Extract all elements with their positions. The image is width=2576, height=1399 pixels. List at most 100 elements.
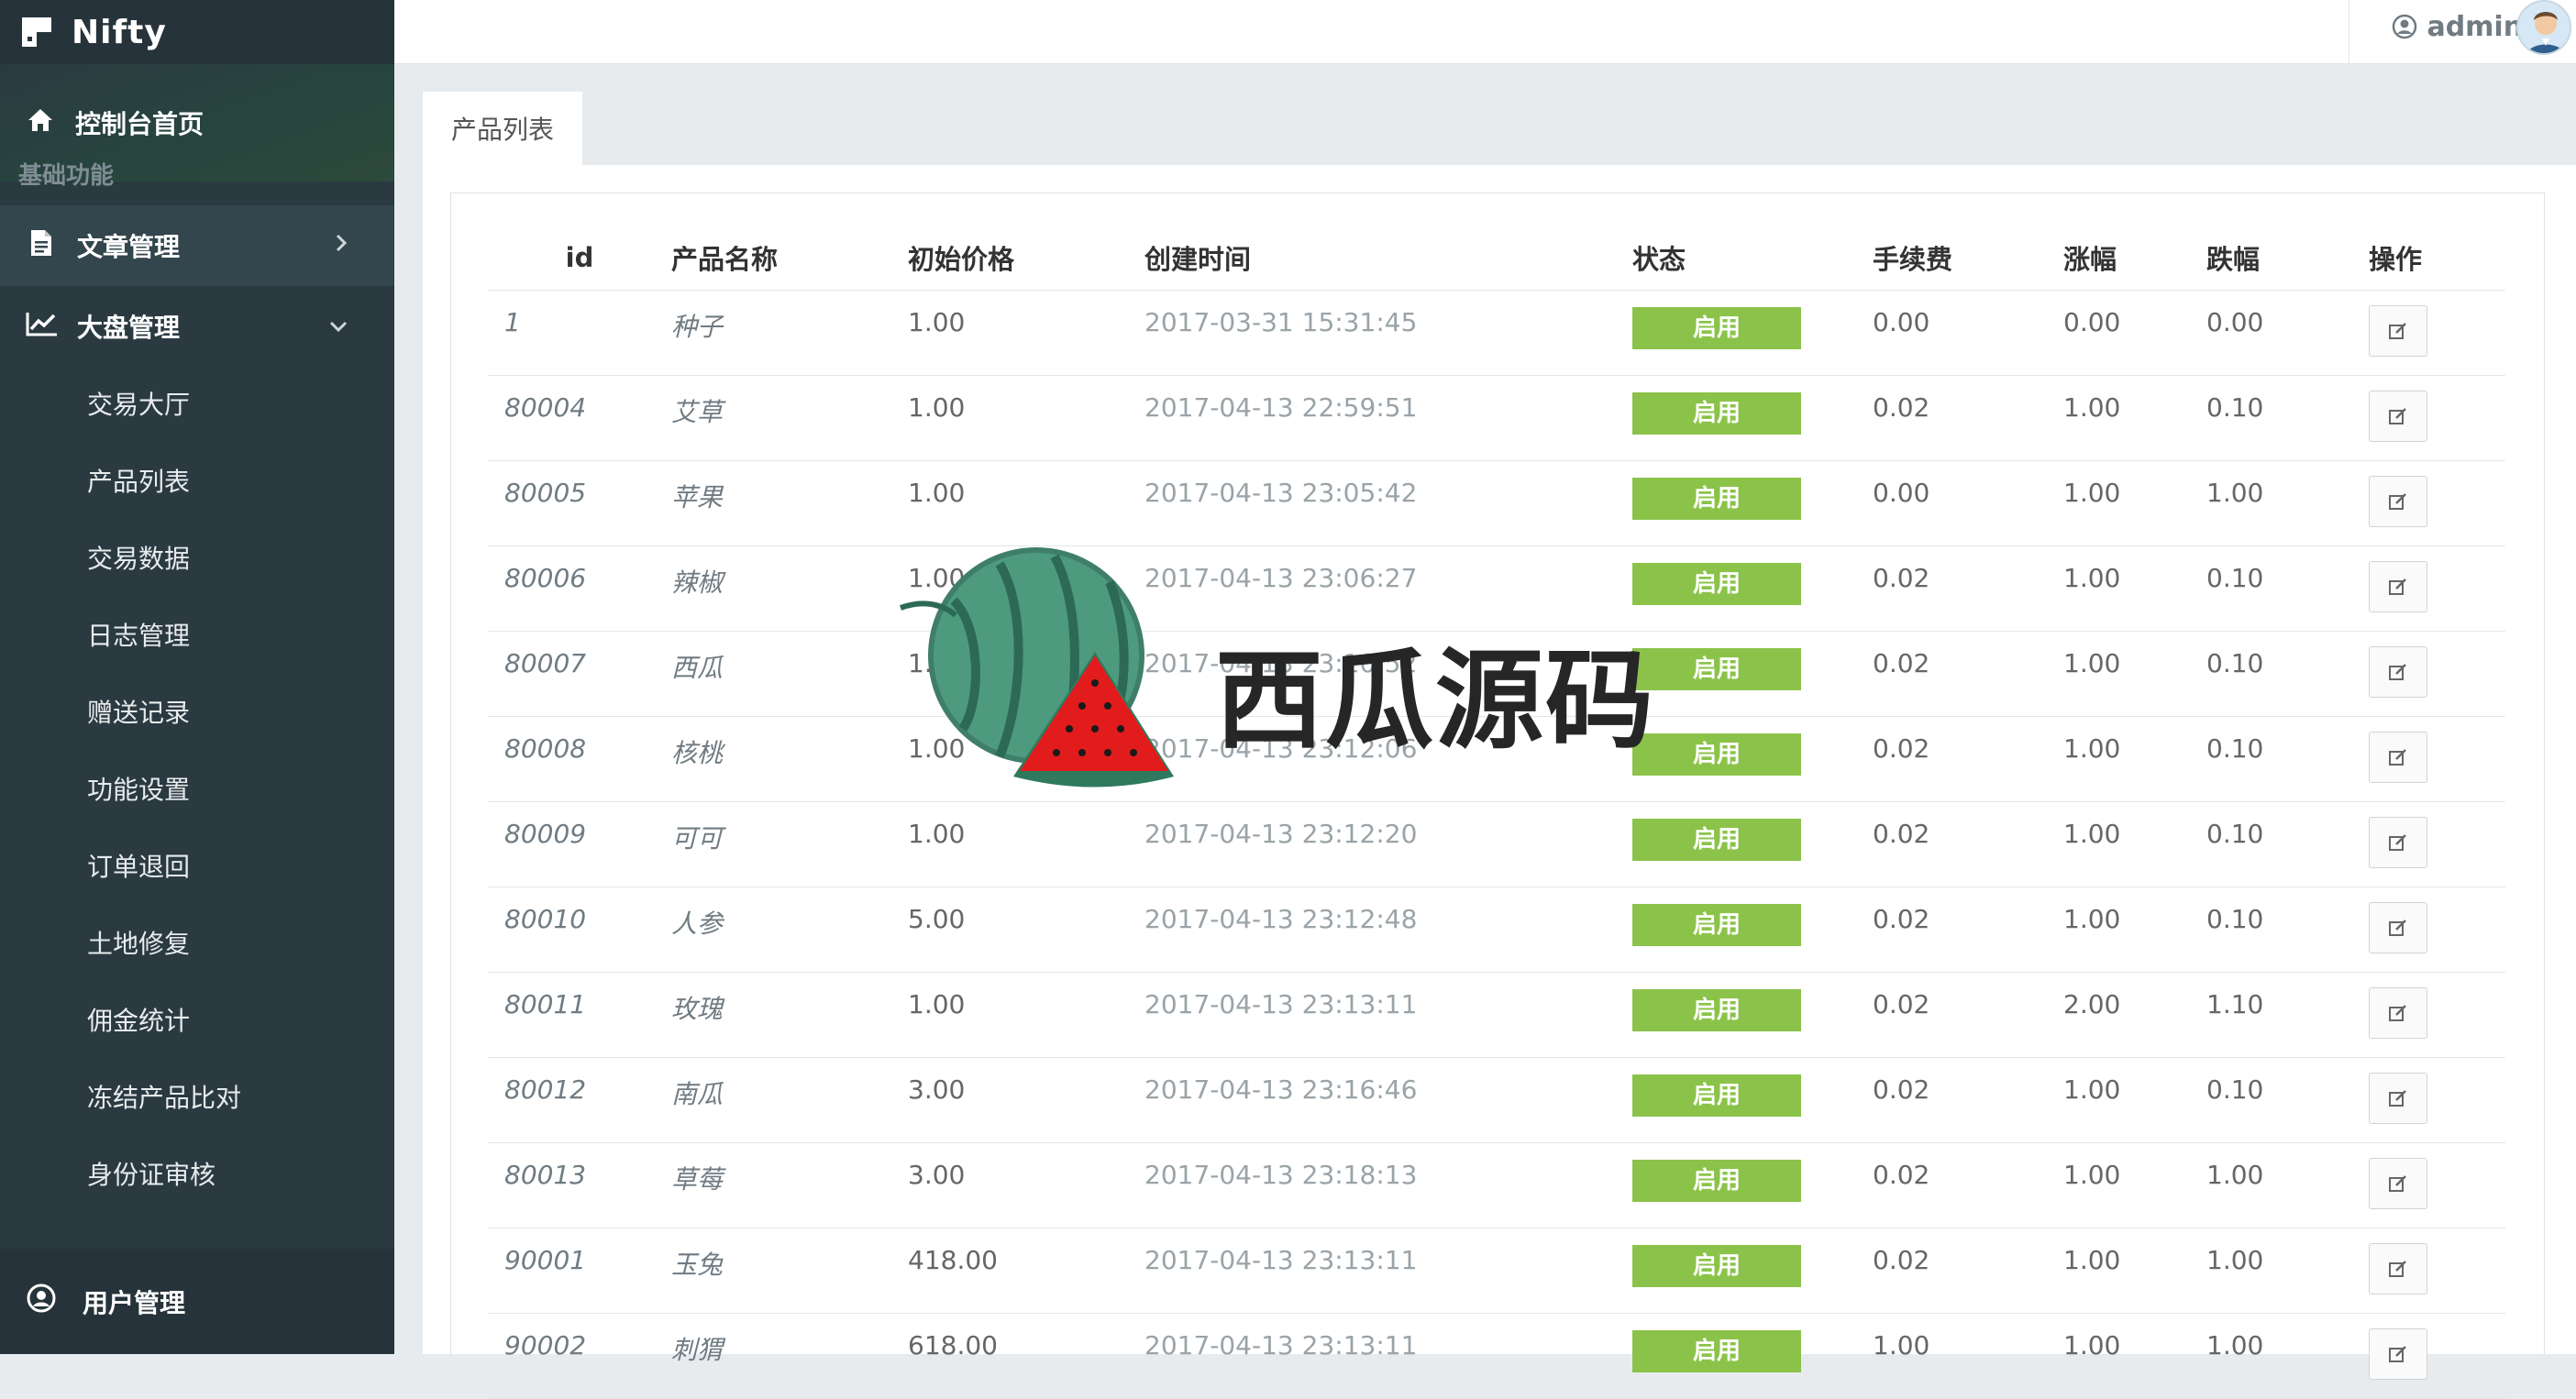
cell-fall: 1.00 <box>2206 1313 2369 1399</box>
status-cell: 启用 <box>1632 716 1873 802</box>
cell-created: 2017-03-31 15:31:45 <box>1144 290 1632 376</box>
edit-button[interactable] <box>2369 732 2427 783</box>
cell-created: 2017-04-13 23:12:48 <box>1144 887 1632 973</box>
sidebar-subitem[interactable]: 产品列表 <box>0 442 394 519</box>
cell-price: 1.00 <box>908 460 1144 546</box>
status-badge[interactable]: 启用 <box>1632 1330 1801 1372</box>
cell-price: 1.00 <box>908 716 1144 802</box>
status-badge[interactable]: 启用 <box>1632 1074 1801 1117</box>
status-cell: 启用 <box>1632 1228 1873 1314</box>
sidebar-subitem[interactable]: 冻结产品比对 <box>0 1058 394 1135</box>
cell-price: 1.00 <box>908 631 1144 717</box>
edit-button[interactable] <box>2369 987 2427 1039</box>
avatar[interactable] <box>2516 0 2571 55</box>
sidebar-subitem[interactable]: 身份证审核 <box>0 1135 394 1212</box>
column-header[interactable]: id <box>488 226 671 291</box>
column-header[interactable]: 手续费 <box>1873 226 2063 291</box>
edit-icon <box>2389 323 2406 339</box>
user-icon <box>2392 11 2427 43</box>
edit-button[interactable] <box>2369 476 2427 527</box>
column-header[interactable]: 创建时间 <box>1144 226 1632 291</box>
table-row: 90001 玉兔 418.00 2017-04-13 23:13:11 启用 0.02 1.… <box>488 1228 2505 1314</box>
sidebar-subitem[interactable]: 赠送记录 <box>0 673 394 750</box>
tab-product-list[interactable]: 产品列表 <box>423 92 582 165</box>
sidebar-subitem[interactable]: 功能设置 <box>0 750 394 827</box>
user-name: admin <box>2427 11 2524 43</box>
status-badge[interactable]: 启用 <box>1632 733 1801 776</box>
edit-button[interactable] <box>2369 902 2427 953</box>
edit-icon <box>2389 749 2406 766</box>
edit-button[interactable] <box>2369 561 2427 612</box>
status-cell: 启用 <box>1632 887 1873 973</box>
status-badge[interactable]: 启用 <box>1632 392 1801 435</box>
status-badge[interactable]: 启用 <box>1632 648 1801 690</box>
action-cell <box>2369 887 2505 973</box>
edit-button[interactable] <box>2369 305 2427 357</box>
status-cell: 启用 <box>1632 1313 1873 1399</box>
sidebar-item-market[interactable]: 大盘管理 <box>0 286 394 367</box>
sidebar-item-articles[interactable]: 文章管理 <box>0 205 394 286</box>
action-cell <box>2369 375 2505 461</box>
sidebar: Nifty 控制台首页 基础功能 文章管理 大盘管理 交易大厅 产品列表 交易数… <box>0 0 394 1354</box>
cell-id: 1 <box>488 290 671 376</box>
column-header[interactable]: 初始价格 <box>908 226 1144 291</box>
status-badge[interactable]: 启用 <box>1632 819 1801 861</box>
edit-button[interactable] <box>2369 1073 2427 1124</box>
cell-fee: 0.02 <box>1873 1057 2063 1143</box>
column-header[interactable]: 涨幅 <box>2063 226 2206 291</box>
cell-name: 人参 <box>671 887 908 973</box>
status-badge[interactable]: 启用 <box>1632 1160 1801 1202</box>
status-badge[interactable]: 启用 <box>1632 989 1801 1031</box>
table-body: 1 种子 1.00 2017-03-31 15:31:45 启用 0.00 0.00 0.00… <box>488 290 2505 1399</box>
cell-fee: 0.02 <box>1873 887 2063 973</box>
column-header[interactable]: 跌幅 <box>2206 226 2369 291</box>
chevron-right-icon <box>334 233 348 259</box>
cell-name: 可可 <box>671 801 908 887</box>
edit-button[interactable] <box>2369 646 2427 698</box>
sidebar-subitem[interactable]: 交易数据 <box>0 519 394 596</box>
status-badge[interactable]: 启用 <box>1632 1245 1801 1287</box>
cell-price: 1.00 <box>908 545 1144 632</box>
cell-rise: 1.00 <box>2063 1313 2206 1399</box>
sidebar-subitem[interactable]: 交易大厅 <box>0 365 394 442</box>
cell-fall: 0.10 <box>2206 801 2369 887</box>
sidebar-category-label: 基础功能 <box>18 161 115 190</box>
sidebar-subitem[interactable]: 日志管理 <box>0 596 394 673</box>
edit-icon <box>2389 578 2406 595</box>
status-badge[interactable]: 启用 <box>1632 563 1801 605</box>
table-row: 90002 刺猬 618.00 2017-04-13 23:13:11 启用 1.00 1.… <box>488 1313 2505 1399</box>
edit-button[interactable] <box>2369 391 2427 442</box>
sidebar-subitem[interactable]: 佣金统计 <box>0 981 394 1058</box>
user-menu[interactable]: admin <box>2392 11 2523 43</box>
edit-button[interactable] <box>2369 1158 2427 1209</box>
status-badge[interactable]: 启用 <box>1632 904 1801 946</box>
cell-name: 西瓜 <box>671 631 908 717</box>
status-cell: 启用 <box>1632 631 1873 717</box>
brand-logo-icon <box>22 17 51 47</box>
edit-icon <box>2389 1175 2406 1192</box>
cell-fee: 1.00 <box>1873 1313 2063 1399</box>
edit-button[interactable] <box>2369 1328 2427 1380</box>
cell-rise: 1.00 <box>2063 801 2206 887</box>
cell-id: 80013 <box>488 1142 671 1228</box>
sidebar-subitem[interactable]: 订单退回 <box>0 827 394 904</box>
edit-button[interactable] <box>2369 817 2427 868</box>
cell-created: 2017-04-13 23:13:11 <box>1144 972 1632 1058</box>
table-row: 80009 可可 1.00 2017-04-13 23:12:20 启用 0.02 1.00… <box>488 801 2505 887</box>
edit-icon <box>2389 408 2406 424</box>
cell-rise: 0.00 <box>2063 290 2206 376</box>
cell-price: 418.00 <box>908 1228 1144 1314</box>
edit-button[interactable] <box>2369 1243 2427 1294</box>
status-cell: 启用 <box>1632 290 1873 376</box>
sidebar-item-users[interactable]: 用户管理 <box>0 1249 394 1354</box>
cell-created: 2017-04-13 23:18:13 <box>1144 1142 1632 1228</box>
column-header[interactable]: 产品名称 <box>671 226 908 291</box>
status-badge[interactable]: 启用 <box>1632 478 1801 520</box>
brand[interactable]: Nifty <box>0 0 394 64</box>
status-badge[interactable]: 启用 <box>1632 307 1801 349</box>
edit-icon <box>2389 1346 2406 1362</box>
column-header[interactable]: 状态 <box>1632 226 1873 291</box>
cell-name: 苹果 <box>671 460 908 546</box>
cell-price: 3.00 <box>908 1057 1144 1143</box>
sidebar-subitem[interactable]: 土地修复 <box>0 904 394 981</box>
